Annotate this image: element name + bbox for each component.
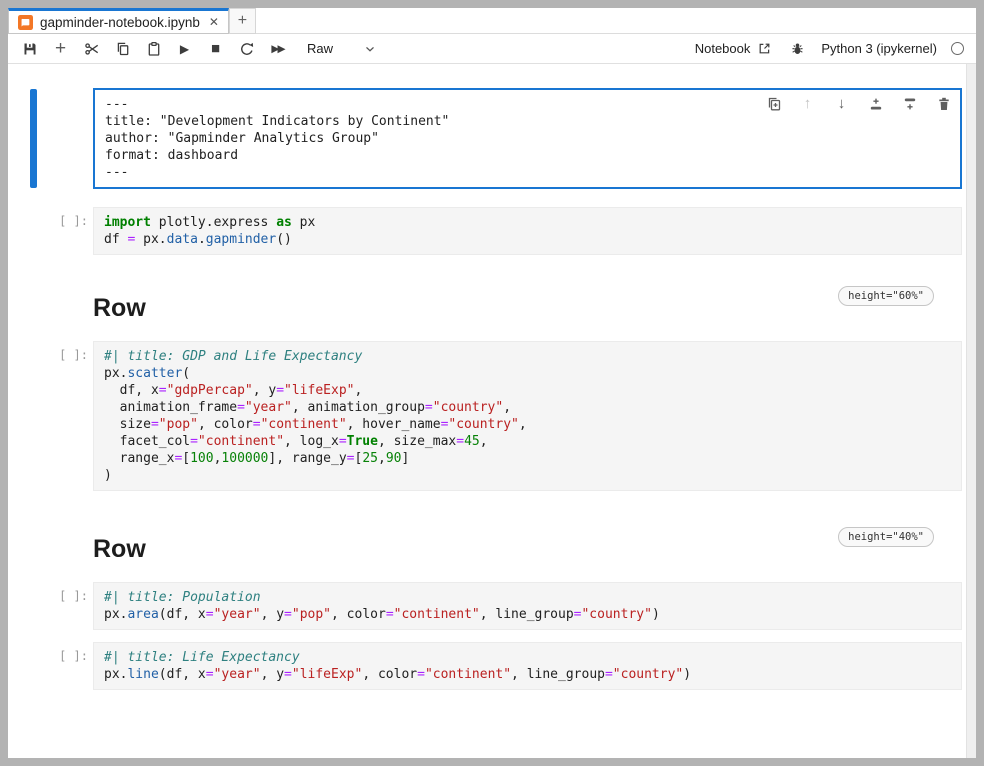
cell-gutter: [ ]: [8, 582, 93, 630]
notebook-view-button[interactable]: Notebook [695, 41, 773, 56]
debugger-bug-icon[interactable] [790, 41, 805, 56]
code-cell-scatter[interactable]: #| title: GDP and Life Expectancypx.scat… [93, 341, 962, 491]
code-cell-source[interactable]: #| title: GDP and Life Expectancypx.scat… [104, 348, 951, 484]
chevron-down-icon [363, 42, 377, 56]
markdown-cell-row1[interactable]: Row height="60%" [8, 293, 962, 323]
copy-cells-icon[interactable] [107, 34, 138, 63]
move-cell-up-icon[interactable]: ↑ [799, 95, 816, 112]
move-cell-down-icon[interactable]: ↓ [833, 95, 850, 112]
height-badge: height="40%" [838, 527, 934, 547]
notebook-file-icon [18, 15, 33, 30]
code-cell-row: [ ]: #| title: Life Expectancypx.line(df… [8, 642, 962, 690]
tab-gapminder-notebook[interactable]: gapminder-notebook.ipynb ✕ [8, 8, 229, 34]
tab-title: gapminder-notebook.ipynb [40, 15, 200, 30]
raw-cell-editor[interactable]: ↑ ↓ ---title: "Development Indicators by… [93, 88, 962, 189]
cell-type-value: Raw [307, 41, 333, 56]
interrupt-kernel-icon[interactable]: ■ [200, 34, 231, 63]
cell-gutter: [ ]: [8, 642, 93, 690]
delete-cell-icon[interactable] [935, 95, 952, 112]
restart-kernel-icon[interactable] [231, 34, 262, 63]
insert-cell-icon[interactable]: + [45, 34, 76, 63]
cell-gutter [8, 88, 93, 189]
insert-cell-above-icon[interactable] [867, 95, 884, 112]
markdown-cell-row2[interactable]: Row height="40%" [8, 534, 962, 564]
code-cell-row: [ ]: #| title: Populationpx.area(df, x="… [8, 582, 962, 630]
cell-gutter: [ ]: [8, 341, 93, 491]
row-heading: Row [93, 293, 146, 323]
restart-run-all-icon[interactable]: ▶▶ [262, 34, 293, 63]
jupyterlab-window: gapminder-notebook.ipynb ✕ + + ▶ ■ [8, 8, 976, 758]
save-icon[interactable] [14, 34, 45, 63]
input-prompt: [ ]: [59, 348, 88, 362]
cell-gutter: [ ]: [8, 207, 93, 255]
cut-cells-icon[interactable] [76, 34, 107, 63]
duplicate-cell-icon[interactable] [765, 95, 782, 112]
code-cell-row: [ ]: import plotly.express as pxdf = px.… [8, 207, 962, 255]
row-heading: Row [93, 534, 146, 564]
tab-close-icon[interactable]: ✕ [209, 15, 219, 29]
kernel-name[interactable]: Python 3 (ipykernel) [821, 41, 937, 56]
code-cell-row: [ ]: #| title: GDP and Life Expectancypx… [8, 341, 962, 491]
raw-cell-row: ↑ ↓ ---title: "Development Indicators by… [8, 88, 962, 189]
window-frame: gapminder-notebook.ipynb ✕ + + ▶ ■ [0, 0, 984, 766]
kernel-status-icon [951, 42, 964, 55]
new-tab-button[interactable]: + [229, 8, 256, 34]
notebook-panel: ↑ ↓ ---title: "Development Indicators by… [8, 64, 976, 758]
code-cell-imports[interactable]: import plotly.express as pxdf = px.data.… [93, 207, 962, 255]
tab-bar: gapminder-notebook.ipynb ✕ + [8, 8, 976, 34]
notebook-view-label: Notebook [695, 41, 751, 56]
code-cell-source[interactable]: import plotly.express as pxdf = px.data.… [104, 214, 951, 248]
height-badge: height="60%" [838, 286, 934, 306]
code-cell-life-expectancy[interactable]: #| title: Life Expectancypx.line(df, x="… [93, 642, 962, 690]
paste-cells-icon[interactable] [138, 34, 169, 63]
cell-collapser[interactable] [30, 89, 37, 188]
input-prompt: [ ]: [59, 649, 88, 663]
notebook-toolbar: + ▶ ■ ▶▶ Raw Note [8, 34, 976, 64]
scrollbar[interactable] [966, 64, 976, 758]
insert-cell-below-icon[interactable] [901, 95, 918, 112]
external-link-icon [757, 41, 772, 56]
cell-toolbar: ↑ ↓ [765, 95, 952, 112]
input-prompt: [ ]: [59, 214, 88, 228]
run-cell-icon[interactable]: ▶ [169, 34, 200, 63]
cell-type-dropdown[interactable]: Raw [301, 41, 383, 56]
code-cell-source[interactable]: #| title: Life Expectancypx.line(df, x="… [104, 649, 951, 683]
input-prompt: [ ]: [59, 589, 88, 603]
code-cell-source[interactable]: #| title: Populationpx.area(df, x="year"… [104, 589, 951, 623]
code-cell-population[interactable]: #| title: Populationpx.area(df, x="year"… [93, 582, 962, 630]
